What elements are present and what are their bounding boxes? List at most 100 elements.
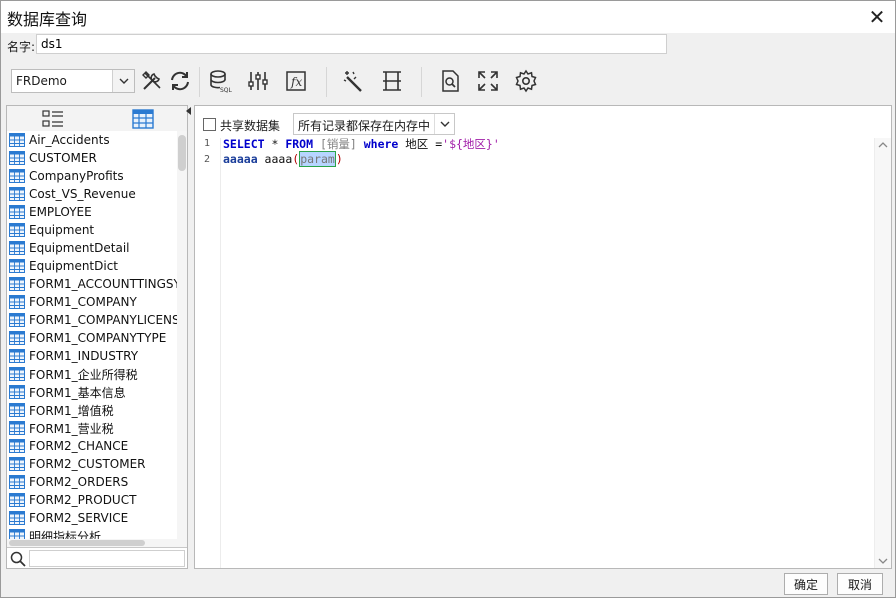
table-list-item[interactable]: CompanyProfits: [7, 167, 177, 185]
table-list-item[interactable]: FORM1_ACCOUNTTINGSY: [7, 275, 177, 293]
table-list-item[interactable]: FORM1_基本信息: [7, 383, 177, 401]
cache-mode-select[interactable]: 所有记录都保存在内存中: [293, 113, 455, 135]
table-name: FORM1_COMPANYLICENS: [29, 313, 177, 327]
table-list-item[interactable]: FORM2_SERVICE: [7, 509, 177, 527]
parameters-icon: [248, 72, 268, 90]
collapse-left-icon[interactable]: [186, 107, 192, 115]
table-list-item[interactable]: EquipmentDict: [7, 257, 177, 275]
table-icon: [9, 493, 25, 507]
table-list-item[interactable]: FORM1_COMPANYLICENS: [7, 311, 177, 329]
formula-button[interactable]: fx: [283, 68, 309, 94]
sql-panel: 共享数据集 所有记录都保存在内存中 1 2 SELECT * FROM [销量]…: [194, 105, 892, 569]
tools-button[interactable]: [139, 68, 165, 94]
share-dataset-checkbox[interactable]: [203, 118, 216, 131]
table-name: FORM1_基本信息: [29, 385, 126, 400]
table-list-item[interactable]: FORM2_ORDERS: [7, 473, 177, 491]
table-name: FORM1_ACCOUNTTINGSY: [29, 277, 177, 291]
table-name: 明细指标分析: [29, 529, 102, 540]
settings-button[interactable]: [513, 68, 539, 94]
table-list-item[interactable]: FORM1_企业所得税: [7, 365, 177, 383]
table-icon: [9, 331, 25, 345]
table-icon: [9, 385, 25, 399]
table-list: Air_Accidents CUSTOMER CompanyProfits Cost_…: [7, 131, 177, 539]
table-list-item[interactable]: FORM1_营业税: [7, 419, 177, 437]
table-list-item[interactable]: FORM1_COMPANY: [7, 293, 177, 311]
table-list-item[interactable]: FORM1_COMPANYTYPE: [7, 329, 177, 347]
keyword-select: SELECT: [223, 137, 265, 151]
table-list-item[interactable]: FORM2_CHANCE: [7, 437, 177, 455]
sql-editor[interactable]: 1 2 SELECT * FROM [销量] where 地区 ='${地区}'…: [195, 136, 891, 568]
parameters-button[interactable]: [245, 68, 271, 94]
table-icon: [9, 259, 25, 273]
tools-icon: [142, 71, 161, 90]
table-name: EquipmentDict: [29, 259, 119, 273]
code-table-name: [销量]: [313, 137, 364, 151]
table-list-scrollbar[interactable]: [177, 131, 187, 539]
dialog-title: 数据库查询: [7, 10, 88, 29]
table-list-item[interactable]: FORM1_INDUSTRY: [7, 347, 177, 365]
magic-wand-icon: [343, 71, 362, 92]
table-list-item[interactable]: FORM2_CUSTOMER: [7, 455, 177, 473]
table-icon: [9, 403, 25, 417]
database-sql-button[interactable]: SQL: [207, 68, 233, 94]
table-list-item[interactable]: Cost_VS_Revenue: [7, 185, 177, 203]
table-icon: [9, 421, 25, 435]
table-name: FORM1_营业税: [29, 421, 114, 436]
table-list-item[interactable]: EMPLOYEE: [7, 203, 177, 221]
table-name: EMPLOYEE: [29, 205, 92, 219]
code-string: '${地区}': [442, 137, 500, 151]
table-list-hscrollbar[interactable]: [7, 539, 187, 547]
line-number-gutter: 1 2: [195, 138, 221, 568]
table-icon: [9, 133, 25, 147]
split-layout-icon: [383, 71, 401, 91]
table-list-item[interactable]: EquipmentDetail: [7, 239, 177, 257]
table-list-item[interactable]: Air_Accidents: [7, 131, 177, 149]
refresh-button[interactable]: [167, 68, 193, 94]
table-name: Cost_VS_Revenue: [29, 187, 136, 201]
magic-wand-button[interactable]: [340, 68, 366, 94]
fullscreen-button[interactable]: [475, 68, 501, 94]
table-icon: [9, 151, 25, 165]
table-search-input[interactable]: [29, 550, 185, 567]
table-icon: [9, 295, 25, 309]
table-list-item[interactable]: FORM2_PRODUCT: [7, 491, 177, 509]
table-list-panel: Air_Accidents CUSTOMER CompanyProfits Cost_…: [6, 105, 188, 569]
table-list-item[interactable]: FORM1_增值税: [7, 401, 177, 419]
table-icon: [9, 277, 25, 291]
code-text: aaaa: [257, 152, 293, 166]
table-list-item[interactable]: CUSTOMER: [7, 149, 177, 167]
table-icon: [9, 475, 25, 489]
chevron-up-icon[interactable]: [878, 142, 888, 148]
svg-text:fx: fx: [290, 75, 302, 89]
name-input[interactable]: [36, 34, 667, 54]
search-icon: [10, 551, 26, 567]
table-icon: [9, 169, 25, 183]
table-name: EquipmentDetail: [29, 241, 130, 255]
table-name: FORM1_COMPANY: [29, 295, 137, 309]
line-number: 1: [203, 138, 210, 149]
refresh-icon: [171, 71, 189, 91]
preview-button[interactable]: [437, 68, 463, 94]
table-list-item[interactable]: 明细指标分析: [7, 527, 177, 539]
keyword-where: where: [363, 137, 399, 151]
chevron-down-icon[interactable]: [112, 70, 134, 92]
table-list-item[interactable]: Equipment: [7, 221, 177, 239]
table-name: FORM1_企业所得税: [29, 367, 138, 382]
fullscreen-icon: [478, 71, 498, 91]
tab-table-view[interactable]: [131, 108, 155, 130]
table-name: CompanyProfits: [29, 169, 124, 183]
table-icon: [9, 457, 25, 471]
table-name: Air_Accidents: [29, 133, 110, 147]
tab-list-view[interactable]: [41, 108, 65, 130]
split-layout-button[interactable]: [379, 68, 405, 94]
editor-scrollbar[interactable]: [874, 138, 891, 568]
keyword-from: FROM: [285, 137, 314, 151]
database-select[interactable]: FRDemo: [11, 69, 135, 93]
cancel-button[interactable]: 取消: [837, 573, 883, 595]
chevron-down-icon[interactable]: [878, 558, 888, 564]
table-icon: [9, 187, 25, 201]
ok-button[interactable]: 确定: [784, 573, 828, 595]
chevron-down-icon[interactable]: [434, 114, 454, 134]
code-line: SELECT * FROM [销量] where 地区 ='${地区}': [223, 136, 500, 152]
close-button[interactable]: ✕: [863, 3, 891, 31]
